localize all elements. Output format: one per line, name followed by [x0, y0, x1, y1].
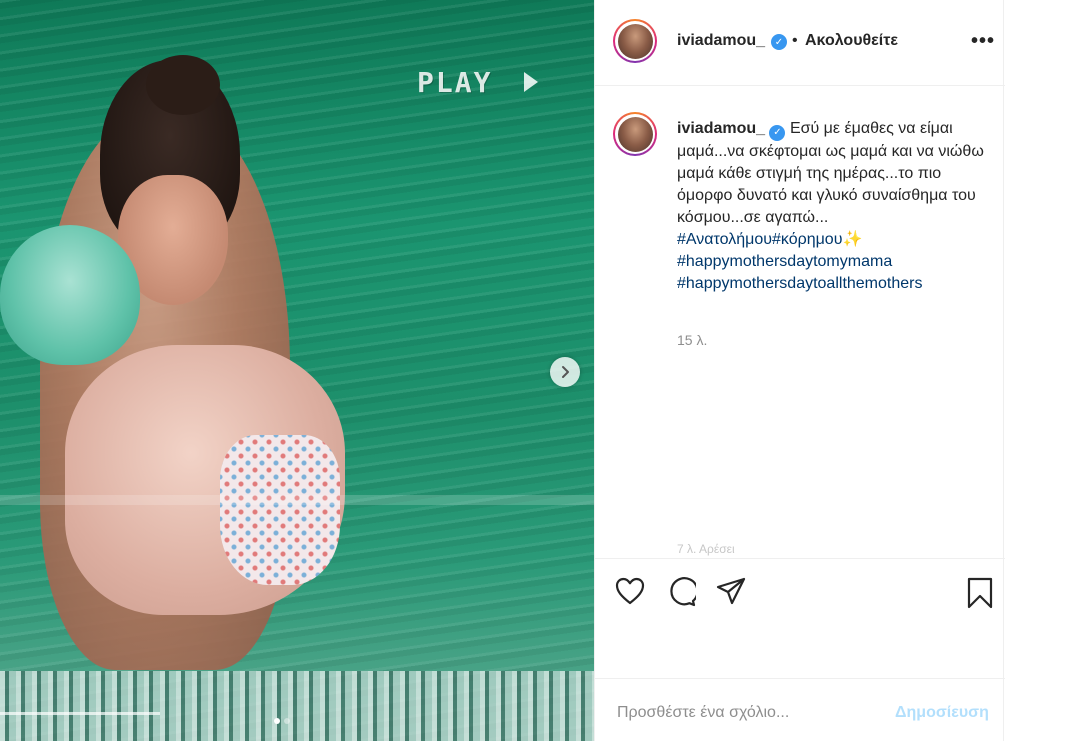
carousel-indicator [274, 718, 290, 724]
comment-preview-faded: 7 λ. Αρέσει [677, 542, 735, 556]
caption-avatar[interactable] [613, 112, 657, 156]
hashtag[interactable]: #happymothersdaytoallthemothers [677, 273, 987, 295]
share-icon[interactable] [716, 577, 746, 610]
verified-badge-icon: ✓ [771, 34, 787, 50]
vhs-noise-band [0, 671, 594, 741]
verified-badge-icon: ✓ [769, 125, 786, 141]
post-media[interactable]: PLAY [0, 0, 594, 741]
comment-bar: Δημοσίευση [595, 678, 1005, 741]
photo-swimsuit [220, 435, 340, 585]
post-header: iviadamou_ ✓ • Ακολουθείτε ••• [595, 0, 1005, 86]
caption-username[interactable]: iviadamou_ [677, 120, 765, 137]
hashtag[interactable]: #Ανατολήμου#κόρημου✨ [677, 229, 987, 251]
post-comment-button[interactable]: Δημοσίευση [895, 704, 989, 722]
separator: • [792, 32, 798, 49]
comment-icon[interactable] [666, 577, 699, 612]
action-bar [595, 558, 1005, 678]
heart-icon[interactable] [615, 577, 645, 610]
next-arrow-icon[interactable] [550, 357, 580, 387]
avatar[interactable] [613, 19, 657, 63]
more-options-icon[interactable]: ••• [971, 30, 995, 53]
post-caption: iviadamou_ ✓ Εσύ με έμαθες να είμαι μαμά… [677, 118, 987, 295]
header-username[interactable]: iviadamou_ [677, 32, 765, 50]
vhs-glitch-line [0, 495, 594, 505]
photo-baby-hat [0, 225, 140, 365]
bookmark-icon[interactable] [967, 577, 993, 614]
post-side-panel: iviadamou_ ✓ • Ακολουθείτε ••• iviadamou… [594, 0, 1005, 741]
comment-input[interactable] [615, 701, 879, 725]
caption-section: iviadamou_ ✓ Εσύ με έμαθες να είμαι μαμά… [595, 86, 1005, 556]
sparkle-icon: ✨ [842, 231, 863, 248]
hashtag[interactable]: #happymothersdaytomymama [677, 251, 987, 273]
following-button[interactable]: Ακολουθείτε [805, 32, 898, 50]
photo-hair-bun [146, 55, 220, 115]
video-progress-bar [0, 712, 160, 715]
caption-timestamp[interactable]: 15 λ. [677, 332, 707, 348]
vhs-play-text: PLAY [417, 66, 493, 99]
carousel-dot [284, 718, 290, 724]
vhs-play-icon [524, 72, 538, 92]
carousel-dot-active [274, 718, 280, 724]
